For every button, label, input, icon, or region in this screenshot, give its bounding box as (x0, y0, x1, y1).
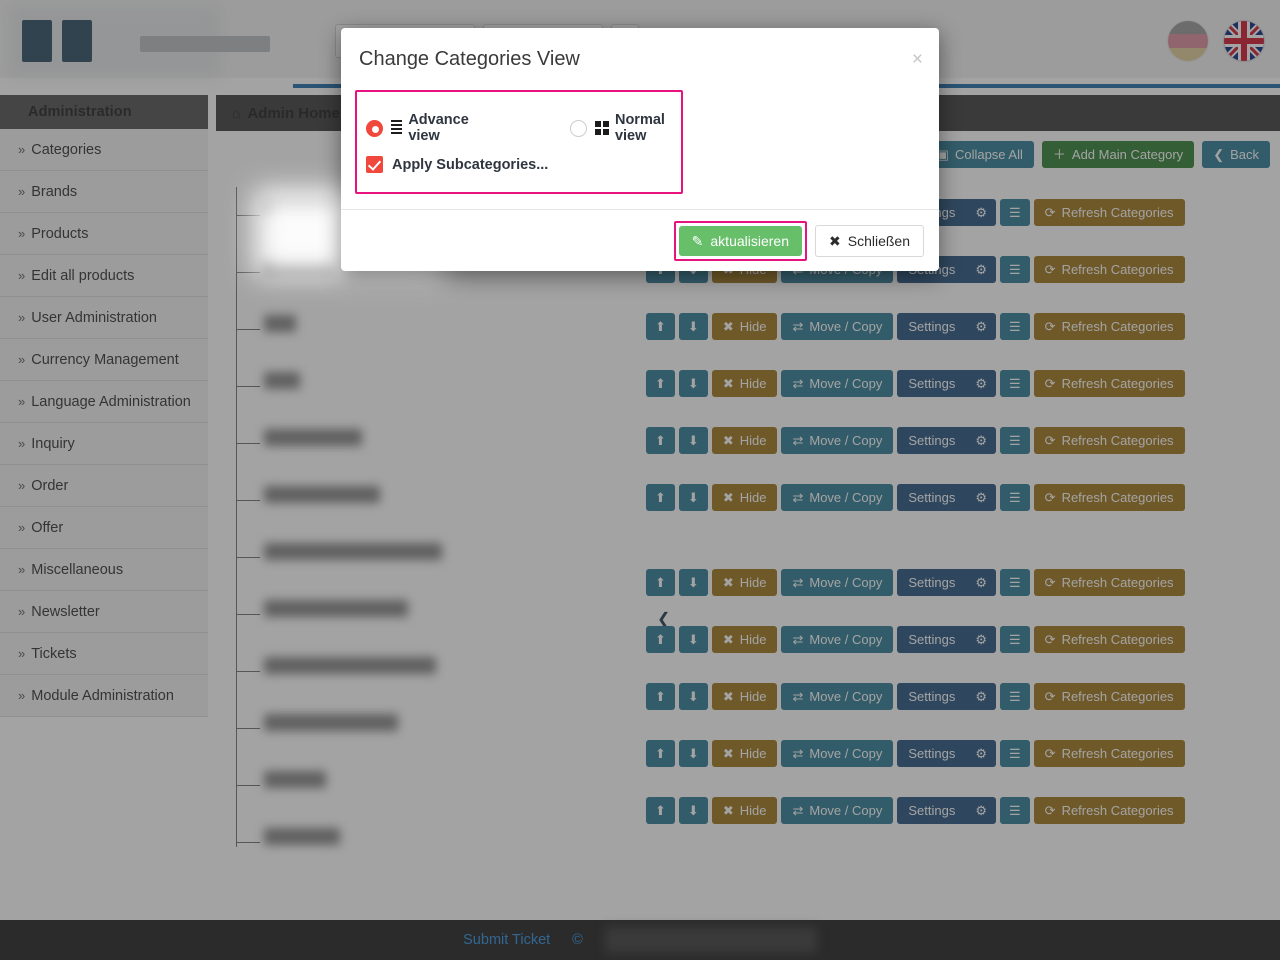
grid-icon (594, 121, 609, 135)
update-button-highlight-box: ✎ aktualisieren (673, 220, 807, 261)
close-icon[interactable]: × (912, 50, 923, 69)
update-button[interactable]: ✎ aktualisieren (678, 225, 802, 256)
modal-footer: ✎ aktualisieren ✖ Schließen (341, 209, 939, 271)
modal-header: Change Categories View × (341, 28, 939, 90)
checkbox-icon[interactable] (366, 156, 383, 173)
view-options-row: Advance view Normal view (366, 112, 681, 144)
radio-button-icon[interactable] (569, 119, 587, 137)
apply-subcategories-label: Apply Subcategories... (392, 156, 549, 173)
normal-view-label: Normal view (594, 112, 681, 144)
modal-title: Change Categories View (359, 47, 580, 70)
edit-square-icon: ✎ (691, 232, 704, 249)
modal-body: Advance view Normal view Apply Subcatego… (341, 90, 939, 209)
radio-advance-view[interactable]: Advance view (366, 112, 486, 144)
change-categories-view-modal: Change Categories View × Advance view No… (341, 28, 939, 271)
radio-button-icon[interactable] (366, 119, 383, 137)
lines-icon (391, 120, 403, 136)
x-icon: ✖ (829, 232, 841, 249)
app-root: Administration » Categories » Brands » P… (0, 0, 1280, 960)
radio-normal-view[interactable]: Normal view (569, 112, 681, 144)
close-button-label: Schließen (847, 232, 910, 249)
normal-view-text: Normal view (614, 112, 665, 144)
close-button[interactable]: ✖ Schließen (815, 224, 924, 257)
view-options-highlight-box: Advance view Normal view Apply Subcatego… (355, 90, 683, 194)
advance-view-text: Advance view (408, 112, 469, 144)
advance-view-label: Advance view (391, 112, 486, 144)
update-button-label: aktualisieren (710, 232, 789, 249)
checkbox-apply-subcategories[interactable]: Apply Subcategories... (366, 156, 548, 173)
